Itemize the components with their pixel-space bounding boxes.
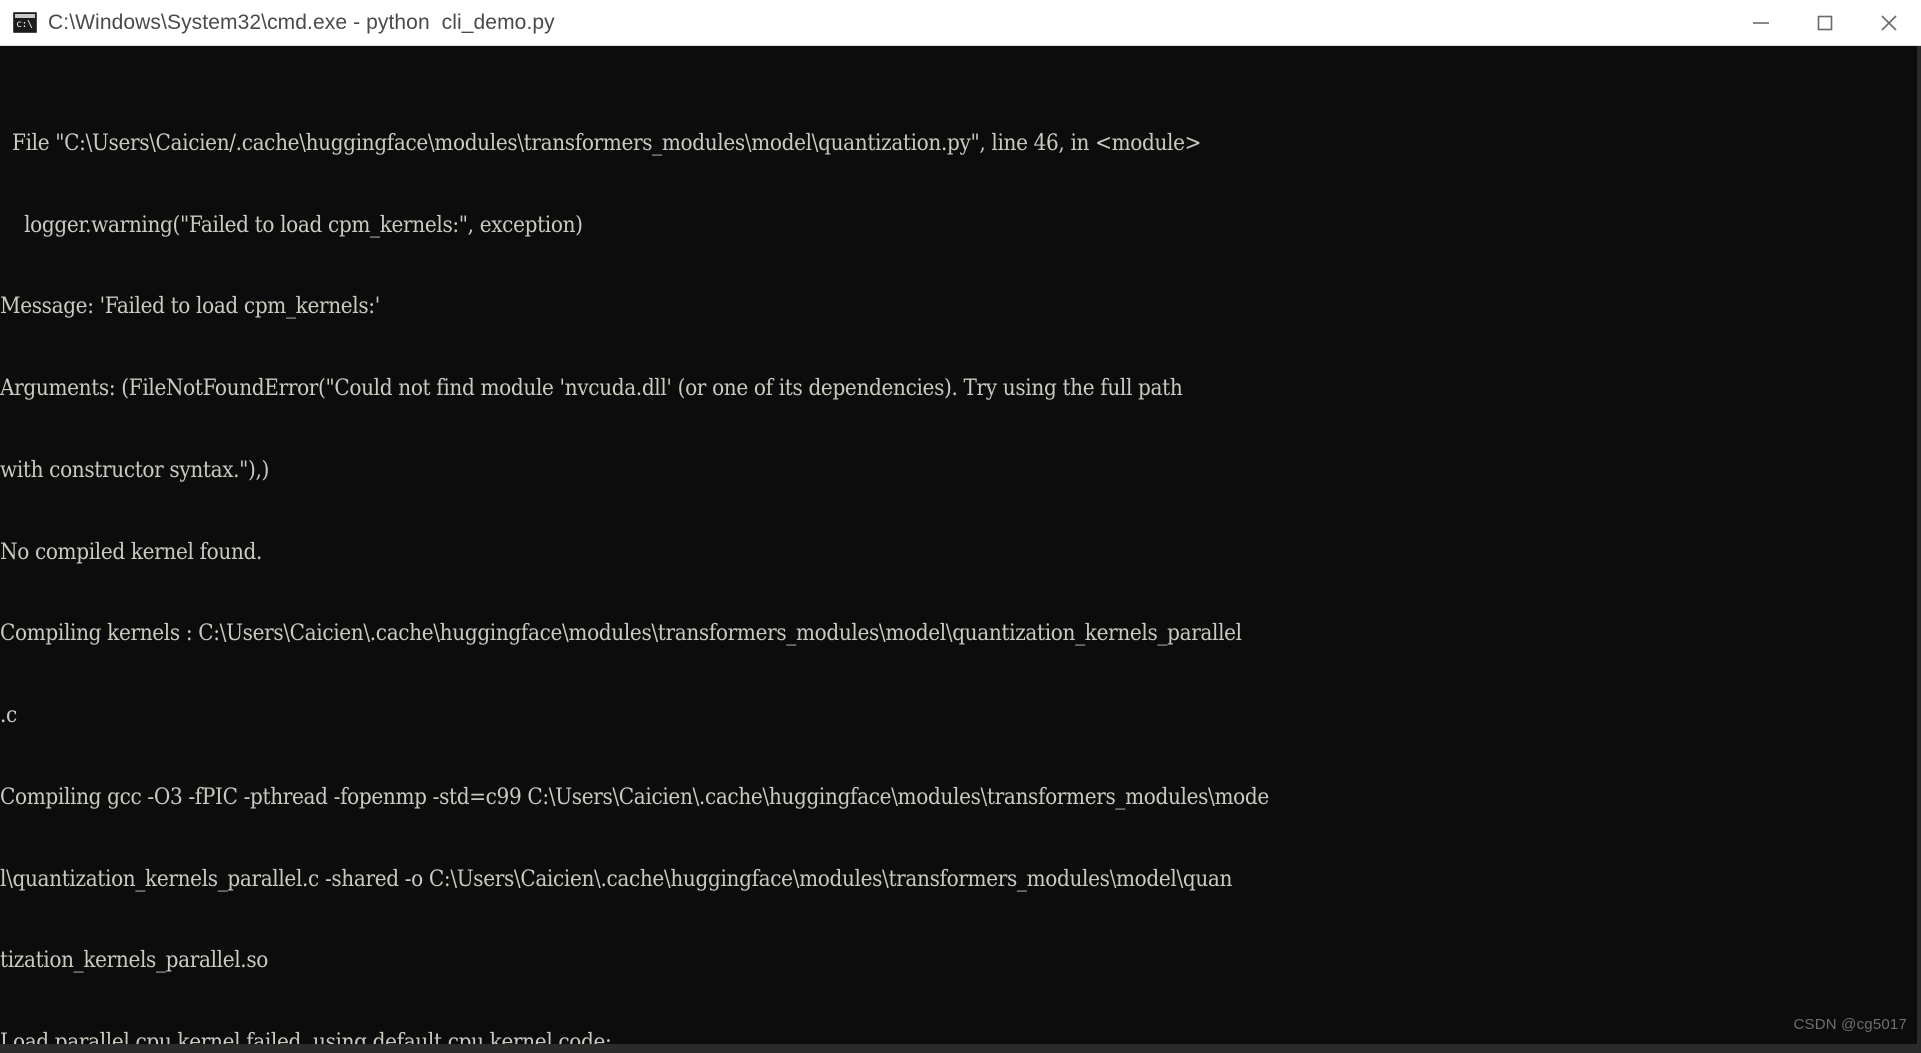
console-line: Arguments: (FileNotFoundError("Could not… bbox=[0, 375, 1183, 401]
window-bottom-edge bbox=[0, 1044, 1921, 1053]
console-line: tization_kernels_parallel.so bbox=[0, 947, 268, 974]
maximize-button[interactable] bbox=[1793, 0, 1857, 45]
window-right-edge bbox=[1917, 45, 1921, 1053]
minimize-button[interactable] bbox=[1729, 0, 1793, 45]
console-line: File "C:\Users\Caicien/.cache\huggingfac… bbox=[0, 129, 1202, 156]
cmd-window: c:\ C:\Windows\System32\cmd.exe - python… bbox=[0, 0, 1921, 1053]
console-line: Compiling gcc -O3 -fPIC -pthread -fopenm… bbox=[0, 783, 1269, 810]
console-output-area[interactable]: File "C:\Users\Caicien/.cache\huggingfac… bbox=[0, 46, 1921, 1053]
window-controls bbox=[1729, 0, 1921, 45]
console-line: Compiling kernels : C:\Users\Caicien\.ca… bbox=[0, 620, 1242, 647]
console-line: logger.warning("Failed to load cpm_kerne… bbox=[0, 211, 583, 238]
close-button[interactable] bbox=[1857, 0, 1921, 45]
cmd-console-icon: c:\ bbox=[13, 12, 37, 33]
title-bar[interactable]: c:\ C:\Windows\System32\cmd.exe - python… bbox=[0, 0, 1921, 46]
console-line: Message: 'Failed to load cpm_kernels:' bbox=[0, 293, 380, 320]
console-line: No compiled kernel found. bbox=[0, 538, 263, 565]
title-bar-left: c:\ C:\Windows\System32\cmd.exe - python… bbox=[0, 11, 555, 35]
console-line: l\quantization_kernels_parallel.c -share… bbox=[0, 865, 1233, 892]
console-line: .c bbox=[0, 702, 17, 728]
window-title: C:\Windows\System32\cmd.exe - python cli… bbox=[48, 10, 555, 34]
console-line: with constructor syntax."),) bbox=[0, 456, 270, 483]
watermark: CSDN @cg5017 bbox=[1793, 1016, 1907, 1033]
icon-prompt-glyph: c:\ bbox=[16, 19, 33, 30]
icon-title-strip bbox=[15, 14, 35, 18]
